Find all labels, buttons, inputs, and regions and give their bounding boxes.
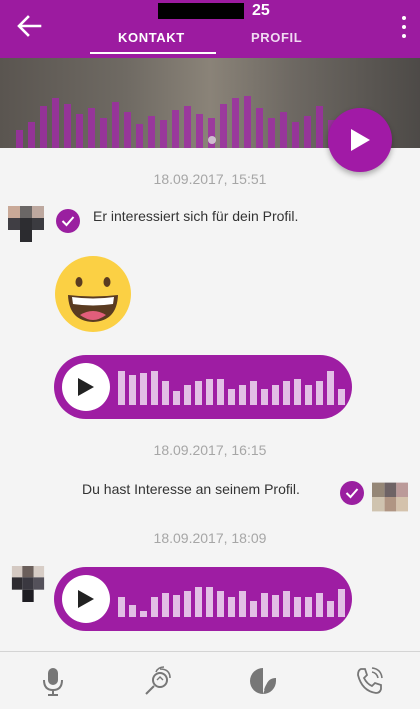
phone-icon [357,667,383,694]
message-timestamp: 18.09.2017, 15:51 [153,171,267,187]
horn-button[interactable] [142,666,172,696]
header-title: 25 [158,2,270,20]
check-circle-icon [340,481,364,505]
avatar[interactable] [8,206,44,242]
active-tab-indicator [90,52,216,54]
grinning-emoji-icon [55,256,131,332]
more-vert-icon [402,16,406,20]
profile-age: 25 [252,2,270,19]
sticker-icon [250,668,277,694]
message-timestamp: 18.09.2017, 16:15 [153,442,267,458]
message-text: Du hast Interesse an seinem Profil. [82,481,300,497]
microphone-icon [43,668,63,696]
app-header: 25 KONTAKT PROFIL [0,0,420,58]
back-button[interactable] [14,12,44,40]
play-icon [78,378,94,396]
tab-profil[interactable]: PROFIL [251,30,302,45]
bottom-action-bar [0,651,420,709]
voice-message[interactable] [54,355,352,419]
arrow-left-icon [17,15,42,37]
horn-icon [145,666,171,695]
call-button[interactable] [354,666,384,696]
redacted-name [158,3,244,19]
waveform [118,371,345,405]
sticker-button[interactable] [248,666,278,696]
message-timestamp: 18.09.2017, 18:09 [153,530,267,546]
voice-play-button[interactable] [62,363,110,411]
message-text: Er interessiert sich für dein Profil. [93,208,299,224]
record-voice-button[interactable] [38,666,68,696]
play-icon [351,129,370,151]
play-video-button[interactable] [328,108,392,172]
voice-play-button[interactable] [62,575,110,623]
avatar[interactable] [372,479,408,515]
avatar[interactable] [10,566,46,602]
voice-message[interactable] [54,567,352,631]
more-menu-button[interactable] [400,16,408,38]
waveform [118,587,345,617]
play-icon [78,590,94,608]
check-circle-icon [56,209,80,233]
tab-kontakt[interactable]: KONTAKT [118,30,185,45]
